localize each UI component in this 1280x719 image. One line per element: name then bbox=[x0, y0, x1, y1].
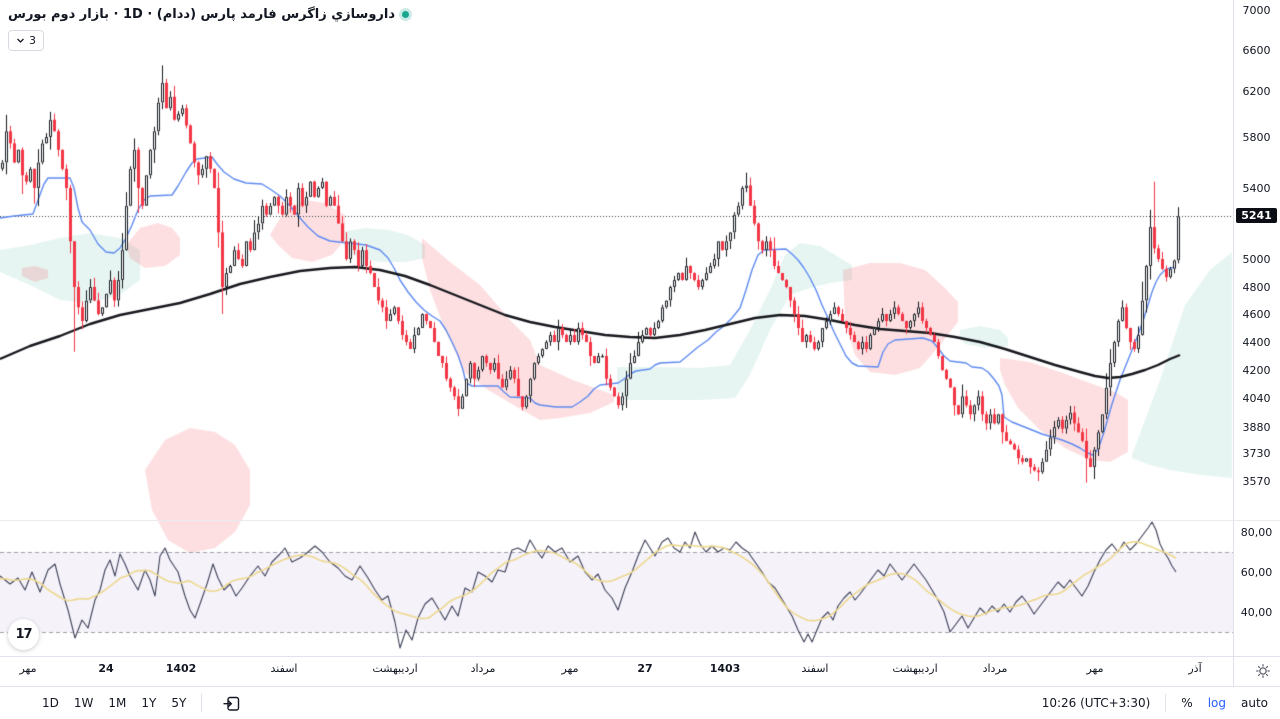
time-axis-tick: مرداد bbox=[983, 662, 1008, 675]
price-axis-tick: 3730 bbox=[1233, 447, 1280, 460]
time-axis-tick: مهر bbox=[19, 662, 36, 675]
range-buttons: 1D 1W 1M 1Y 5Y bbox=[42, 687, 242, 719]
range-button-1m[interactable]: 1M bbox=[108, 696, 126, 710]
range-button-1y[interactable]: 1Y bbox=[141, 696, 156, 710]
price-axis-tick: 6600 bbox=[1233, 44, 1280, 57]
log-scale-button[interactable]: log bbox=[1208, 696, 1226, 710]
price-axis-tick: 3880 bbox=[1233, 421, 1280, 434]
symbol-legend: داروسازي زاگرس فارمد پارس (ددام) · 1D · … bbox=[8, 7, 409, 22]
time-axis-tick: 1402 bbox=[166, 662, 197, 675]
time-axis-tick: مهر bbox=[1086, 662, 1103, 675]
tradingview-logo: 17 bbox=[8, 619, 39, 650]
scale-controls: 10:26 (UTC+3:30) % log auto bbox=[1042, 687, 1268, 719]
oscillator-axis-tick: 60,00 bbox=[1233, 566, 1280, 579]
time-axis-tick: 24 bbox=[98, 662, 113, 675]
market-status-dot bbox=[402, 11, 409, 18]
trading-chart-app: داروسازي زاگرس فارمد پارس (ددام) · 1D · … bbox=[0, 0, 1280, 719]
chart-canvas[interactable] bbox=[0, 0, 1233, 656]
indicator-count: 3 bbox=[29, 34, 36, 47]
toolbar-divider bbox=[1165, 694, 1166, 712]
chevron-down-icon bbox=[16, 36, 25, 45]
time-axis-tick: 1403 bbox=[710, 662, 741, 675]
time-axis-tick: 27 bbox=[637, 662, 652, 675]
time-axis-tick: اردیبهشت bbox=[892, 662, 937, 675]
range-button-5y[interactable]: 5Y bbox=[171, 696, 186, 710]
price-axis-tick: 5400 bbox=[1233, 182, 1280, 195]
range-button-1w[interactable]: 1W bbox=[74, 696, 94, 710]
indicators-collapse-button[interactable]: 3 bbox=[8, 30, 44, 51]
price-axis-tick: 3570 bbox=[1233, 475, 1280, 488]
time-axis-tick: آذر bbox=[1188, 662, 1201, 675]
price-axis-tick: 4200 bbox=[1233, 364, 1280, 377]
gear-icon[interactable] bbox=[1254, 662, 1272, 680]
go-to-date-button[interactable] bbox=[221, 693, 242, 714]
symbol-title[interactable]: داروسازي زاگرس فارمد پارس (ددام) · 1D · … bbox=[8, 7, 395, 22]
oscillator-axis-tick: 80,00 bbox=[1233, 526, 1280, 539]
range-button-1d[interactable]: 1D bbox=[42, 696, 59, 710]
time-axis-tick: اردیبهشت bbox=[372, 662, 417, 675]
price-axis-tick: 4800 bbox=[1233, 281, 1280, 294]
time-axis-border bbox=[0, 656, 1280, 657]
time-axis-tick: اسفند bbox=[271, 662, 298, 675]
time-axis-tick: مرداد bbox=[471, 662, 496, 675]
bottom-toolbar: 1D 1W 1M 1Y 5Y 10:26 (UTC+3:30) % log auto bbox=[0, 686, 1280, 719]
toolbar-divider bbox=[201, 694, 202, 712]
price-axis-tick: 4400 bbox=[1233, 336, 1280, 349]
oscillator-axis-tick: 40,00 bbox=[1233, 606, 1280, 619]
time-axis-tick: اسفند bbox=[802, 662, 829, 675]
auto-scale-button[interactable]: auto bbox=[1241, 696, 1268, 710]
price-axis-tick: 6200 bbox=[1233, 85, 1280, 98]
tradingview-logo-glyph: 17 bbox=[15, 627, 31, 642]
price-axis-tick: 5800 bbox=[1233, 131, 1280, 144]
pane-separator[interactable] bbox=[0, 520, 1280, 521]
time-axis-tick: مهر bbox=[561, 662, 578, 675]
last-price-label: 5241 bbox=[1236, 208, 1277, 223]
price-axis-tick: 7000 bbox=[1233, 4, 1280, 17]
price-axis-tick: 4040 bbox=[1233, 392, 1280, 405]
percent-scale-button[interactable]: % bbox=[1181, 696, 1192, 710]
clock-timezone-label[interactable]: 10:26 (UTC+3:30) bbox=[1042, 696, 1151, 710]
calendar-arrow-icon bbox=[221, 693, 242, 714]
price-axis-tick: 5000 bbox=[1233, 253, 1280, 266]
price-axis-tick: 4600 bbox=[1233, 308, 1280, 321]
